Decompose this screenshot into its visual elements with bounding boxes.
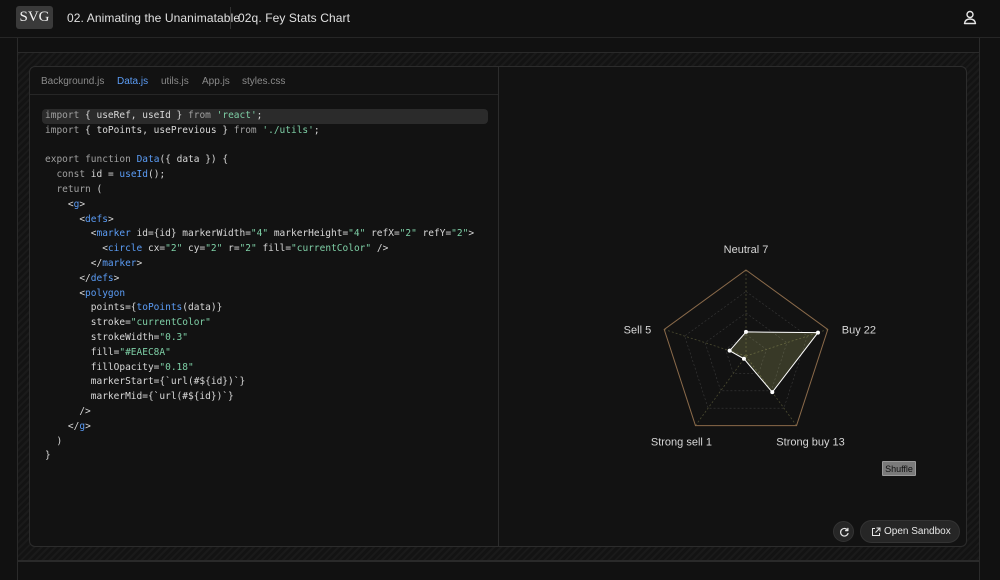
file-tabs: Background.js Data.js utils.js App.js st… <box>30 67 498 95</box>
code-line[interactable]: <polygon <box>42 287 488 302</box>
code-line[interactable]: strokeWidth="0.3" <box>42 331 488 346</box>
refresh-button[interactable] <box>833 521 854 542</box>
radar-data-point <box>744 329 748 334</box>
radar-axis-label: Strong buy 13 <box>776 437 845 449</box>
radar-axis-label: Strong sell 1 <box>651 437 712 449</box>
code-line[interactable]: fill="#EAEC8A" <box>42 346 488 361</box>
code-line[interactable]: const id = useId(); <box>42 168 488 183</box>
sandbox-panel: Background.js Data.js utils.js App.js st… <box>29 66 967 547</box>
external-link-icon <box>872 527 881 536</box>
tab-data-js[interactable]: Data.js <box>117 76 148 87</box>
tab-utils-js[interactable]: utils.js <box>161 76 189 87</box>
code-line[interactable]: points={toPoints(data)} <box>42 301 488 316</box>
tab-app-js[interactable]: App.js <box>202 76 230 87</box>
code-line[interactable]: import { toPoints, usePrevious } from '.… <box>42 124 488 139</box>
breadcrumb-lesson[interactable]: 02. Animating the Unanimatable <box>67 11 240 25</box>
code-line[interactable]: return ( <box>42 183 488 198</box>
code-line[interactable]: import { useRef, useId } from 'react'; <box>42 109 488 124</box>
logo[interactable]: SVG <box>16 6 53 29</box>
panel-divider[interactable] <box>498 67 499 546</box>
code-line[interactable]: </defs> <box>42 272 488 287</box>
radar-data-point <box>770 390 775 395</box>
code-editor[interactable]: import { useRef, useId } from 'react'; im… <box>42 109 488 464</box>
code-line[interactable]: markerMid={`url(#${id})`} <box>42 390 488 405</box>
code-line[interactable]: fillOpacity="0.18" <box>42 361 488 376</box>
radar-data-polygon <box>728 331 819 393</box>
tab-styles-css[interactable]: styles.css <box>242 76 285 87</box>
code-line[interactable]: } <box>42 449 488 464</box>
bottom-divider <box>17 561 980 562</box>
code-line[interactable]: <defs> <box>42 213 488 228</box>
code-line[interactable] <box>42 139 488 154</box>
open-sandbox-button[interactable]: Open Sandbox <box>860 520 960 543</box>
code-line[interactable]: markerStart={`url(#${id})`} <box>42 375 488 390</box>
radar-data-point <box>727 348 732 353</box>
breadcrumb-separator <box>230 7 231 29</box>
user-icon[interactable] <box>962 9 978 25</box>
shuffle-button[interactable]: Shuffle <box>882 461 916 476</box>
code-line[interactable]: <marker id={id} markerWidth="4" markerHe… <box>42 227 488 242</box>
radar-data-point <box>741 356 746 361</box>
code-line[interactable]: ) <box>42 435 488 450</box>
radar-axis-label: Sell 5 <box>624 324 652 336</box>
code-line[interactable]: <circle cx="2" cy="2" r="2" fill="curren… <box>42 242 488 257</box>
radar-axis-label: Buy 22 <box>842 324 876 336</box>
breadcrumb-exercise[interactable]: 02q. Fey Stats Chart <box>238 11 350 25</box>
code-line[interactable]: </g> <box>42 420 488 435</box>
radar-data-point <box>815 330 820 335</box>
code-line[interactable]: export function Data({ data }) { <box>42 153 488 168</box>
tab-background-js[interactable]: Background.js <box>41 76 104 87</box>
code-line[interactable]: <g> <box>42 198 488 213</box>
code-line[interactable]: </marker> <box>42 257 488 272</box>
open-sandbox-label: Open Sandbox <box>884 526 951 537</box>
code-line[interactable]: /> <box>42 405 488 420</box>
radar-chart: Neutral 7 Buy 22 Strong buy 13 Strong sell … <box>624 244 876 449</box>
radar-axis-label: Neutral 7 <box>724 244 769 256</box>
code-line[interactable]: stroke="currentColor" <box>42 316 488 331</box>
refresh-icon <box>840 527 849 537</box>
top-bar: SVG 02. Animating the Unanimatable 02q. … <box>0 0 1000 38</box>
